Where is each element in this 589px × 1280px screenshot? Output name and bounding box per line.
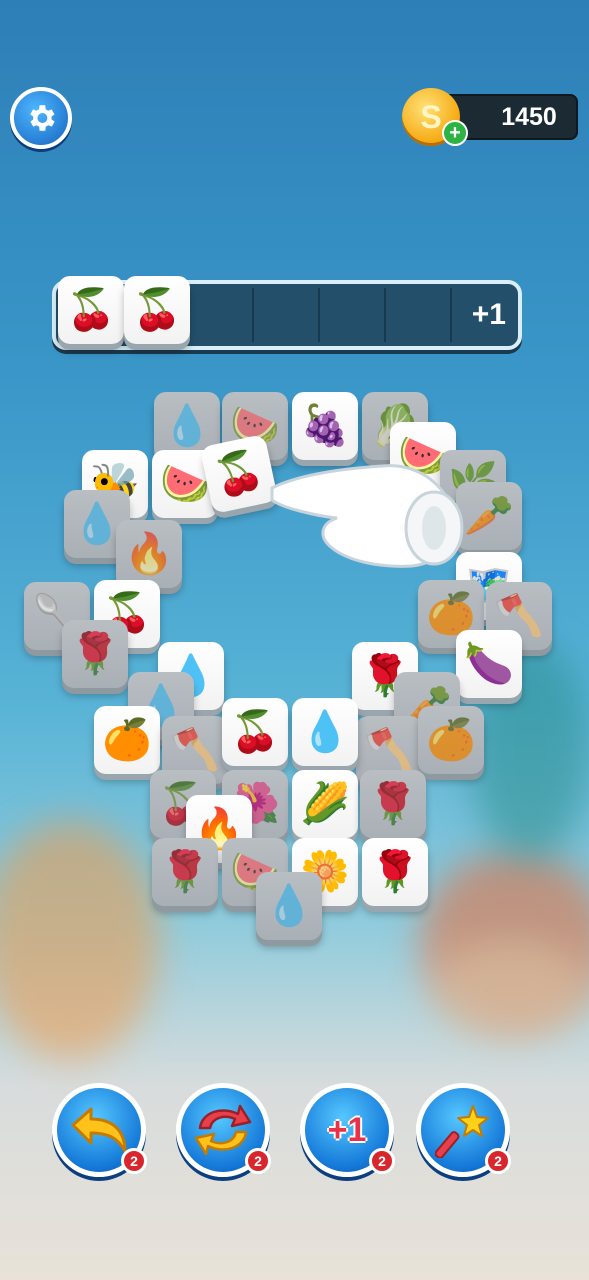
- shuffle-icon: [194, 1104, 252, 1156]
- magic-wand-button[interactable]: 2: [416, 1083, 511, 1177]
- gear-icon: [30, 105, 55, 131]
- rose-icon: 🌹: [368, 782, 418, 826]
- water-icon: 💧: [162, 404, 212, 448]
- coin-symbol: S: [420, 98, 442, 135]
- watermelon-icon: 🍉: [160, 462, 210, 506]
- add-slot-count-badge: 2: [369, 1148, 395, 1174]
- board-tile-fire: 🔥: [116, 520, 182, 588]
- cherry-icon: 🍒: [210, 447, 268, 501]
- tutorial-hand-pointer: [270, 464, 464, 568]
- board-tile-orange[interactable]: 🍊: [94, 706, 160, 774]
- water-icon: 💧: [72, 502, 122, 546]
- axe-icon: 🪓: [364, 728, 414, 772]
- board-tile-water: 💧: [256, 872, 322, 940]
- board-tile-rose: 🌹: [360, 770, 426, 838]
- settings-button[interactable]: [10, 87, 72, 149]
- tray-tile-cherry: 🍒: [58, 276, 124, 344]
- shuffle-button[interactable]: 2: [176, 1083, 271, 1177]
- board-tile-rose[interactable]: 🌹: [362, 838, 428, 906]
- magic-wand-count-badge: 2: [485, 1148, 511, 1174]
- undo-count-badge: 2: [121, 1148, 147, 1174]
- coin-balance: 1450: [501, 103, 557, 131]
- cherry-icon: 🍒: [230, 710, 280, 754]
- tray-tile-cherry: 🍒: [124, 276, 190, 344]
- corn-icon: 🌽: [300, 782, 350, 826]
- background-coral-left: [0, 820, 160, 1060]
- undo-arrow-icon: [71, 1107, 127, 1153]
- add-slot-button[interactable]: +1 2: [300, 1083, 395, 1177]
- rose-icon: 🌹: [160, 850, 210, 894]
- axe-icon: 🪓: [170, 728, 220, 772]
- magic-wand-icon: [435, 1105, 489, 1158]
- eggplant-icon: 🍆: [464, 642, 514, 686]
- cherry-icon: 🍒: [132, 288, 182, 332]
- background-shell: [430, 940, 589, 1040]
- tray-slot: [188, 288, 254, 342]
- fire-icon: 🔥: [124, 532, 174, 576]
- cherry-icon: 🍒: [66, 288, 116, 332]
- plus-one-icon: +1: [327, 1110, 367, 1149]
- orange-icon: 🍊: [102, 718, 152, 762]
- orange-icon: 🍊: [426, 718, 476, 762]
- tray-slot: [254, 288, 320, 342]
- shuffle-count-badge: 2: [245, 1148, 271, 1174]
- undo-button[interactable]: 2: [52, 1083, 147, 1177]
- board-tile-orange: 🍊: [418, 706, 484, 774]
- rose-icon: 🌹: [70, 632, 120, 676]
- grapes-icon: 🍇: [300, 404, 350, 448]
- board-tile-water[interactable]: 💧: [292, 698, 358, 766]
- tray-extra-slot-label: +1: [471, 298, 506, 331]
- orange-icon: 🍊: [426, 592, 476, 636]
- tray-slot: [386, 288, 452, 342]
- board-tile-cherry[interactable]: 🍒: [222, 698, 288, 766]
- board-tile-rose: 🌹: [62, 620, 128, 688]
- board-tile-rose: 🌹: [152, 838, 218, 906]
- water-icon: 💧: [264, 884, 314, 928]
- board-tile-corn[interactable]: 🌽: [292, 770, 358, 838]
- add-coins-button[interactable]: +: [442, 120, 468, 146]
- board-tile-eggplant[interactable]: 🍆: [456, 630, 522, 698]
- rose-icon: 🌹: [370, 850, 420, 894]
- water-icon: 💧: [300, 710, 350, 754]
- tray-slot: [320, 288, 386, 342]
